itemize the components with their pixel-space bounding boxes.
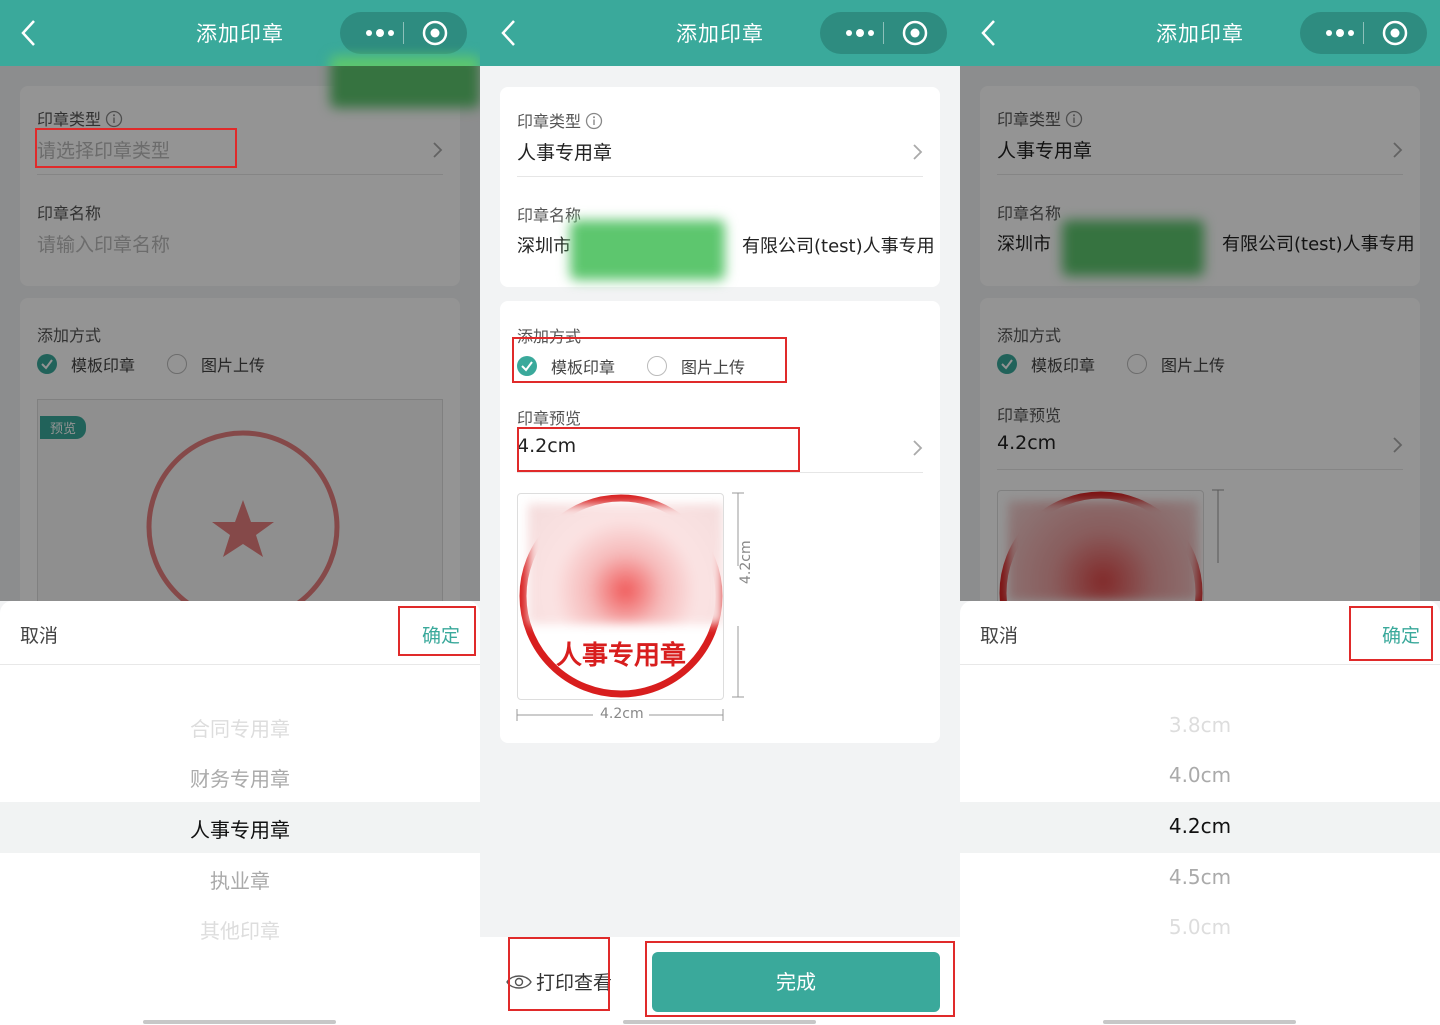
panel-size-picker: 添加印章 印章类型 人事专用章 印章名称 深圳市 有限公司(test)人事专用 … — [960, 0, 1440, 1025]
type-select[interactable]: 人事专用章 — [517, 138, 612, 165]
redacted-area — [570, 220, 725, 280]
more-icon[interactable] — [830, 12, 882, 54]
height-dimension-label: 4.2cm — [738, 540, 754, 584]
divider — [517, 472, 923, 473]
highlight-confirm — [398, 606, 476, 656]
picker-item[interactable]: 财务专用章 — [0, 763, 480, 792]
close-miniprogram-icon[interactable] — [900, 18, 930, 48]
height-dimension-line — [732, 492, 744, 698]
nav-bar: 添加印章 — [960, 0, 1440, 66]
name-input-suffix[interactable]: 有限公司(test)人事专用 — [742, 232, 935, 258]
cancel-button[interactable]: 取消 — [980, 621, 1018, 648]
highlight-print-view — [508, 937, 610, 1011]
picker-item[interactable]: 合同专用章 — [0, 713, 480, 742]
close-miniprogram-icon[interactable] — [1380, 18, 1410, 48]
footer-bar: 打印查看 完成 — [480, 937, 960, 1025]
capsule-menu — [1300, 12, 1427, 54]
picker-item[interactable]: 4.5cm — [960, 865, 1440, 889]
sheet-divider — [0, 664, 480, 665]
stamp-text: 人事专用章 — [556, 640, 686, 671]
picker-item[interactable]: 5.0cm — [960, 915, 1440, 939]
chevron-right-icon — [913, 440, 923, 456]
panel-form: 添加印章 印章类型 人事专用章 印章名称 深圳市 有限公司(test)人事专用 … — [480, 0, 960, 1025]
more-icon[interactable] — [1310, 12, 1362, 54]
panel-type-picker: 添加印章 印章类型 请选择印章类型 印章名称 请输入印章名称 添加方式 模板印章… — [0, 0, 480, 1025]
stamp-preview-box: 人事专用章 — [517, 493, 724, 700]
home-indicator — [143, 1020, 336, 1024]
capsule-separator — [883, 22, 884, 44]
home-indicator — [623, 1020, 816, 1024]
picker-item-selected[interactable]: 4.2cm — [960, 814, 1440, 838]
sheet-divider — [960, 664, 1440, 665]
capsule-separator — [403, 22, 404, 44]
highlight-confirm — [1349, 606, 1433, 661]
home-indicator — [1103, 1020, 1296, 1024]
info-icon[interactable] — [585, 112, 603, 130]
modal-overlay[interactable] — [960, 66, 1440, 601]
picker-item[interactable]: 执业章 — [0, 865, 480, 894]
picker-item[interactable]: 4.0cm — [960, 763, 1440, 787]
close-miniprogram-icon[interactable] — [420, 18, 450, 48]
picker-item-selected[interactable]: 人事专用章 — [0, 814, 480, 843]
width-dimension-label: 4.2cm — [600, 706, 644, 722]
picker-item[interactable]: 其他印章 — [0, 915, 480, 944]
highlight-type-field — [35, 128, 237, 168]
preview-label: 印章预览 — [517, 409, 582, 428]
divider — [517, 176, 923, 177]
type-label: 印章类型 — [517, 108, 603, 132]
nav-bar: 添加印章 — [480, 0, 960, 66]
highlight-done — [645, 941, 955, 1017]
capsule-separator — [1363, 22, 1364, 44]
chevron-right-icon — [913, 144, 923, 160]
size-picker-sheet: 取消 确定 3.8cm 4.0cm 4.2cm 4.5cm 5.0cm — [960, 601, 1440, 1025]
picker-item[interactable]: 3.8cm — [960, 713, 1440, 737]
more-icon[interactable] — [350, 12, 402, 54]
highlight-preview-size — [517, 427, 800, 472]
capsule-menu — [340, 12, 467, 54]
card-basic-info: 印章类型 人事专用章 印章名称 深圳市 有限公司(test)人事专用 — [500, 87, 940, 287]
type-picker-sheet: 取消 确定 合同专用章 财务专用章 人事专用章 执业章 其他印章 — [0, 601, 480, 1025]
cancel-button[interactable]: 取消 — [20, 621, 58, 648]
highlight-method — [512, 337, 787, 383]
name-input-prefix[interactable]: 深圳市 — [517, 232, 571, 258]
redacted-stamp-area — [528, 504, 723, 624]
capsule-menu — [820, 12, 947, 54]
